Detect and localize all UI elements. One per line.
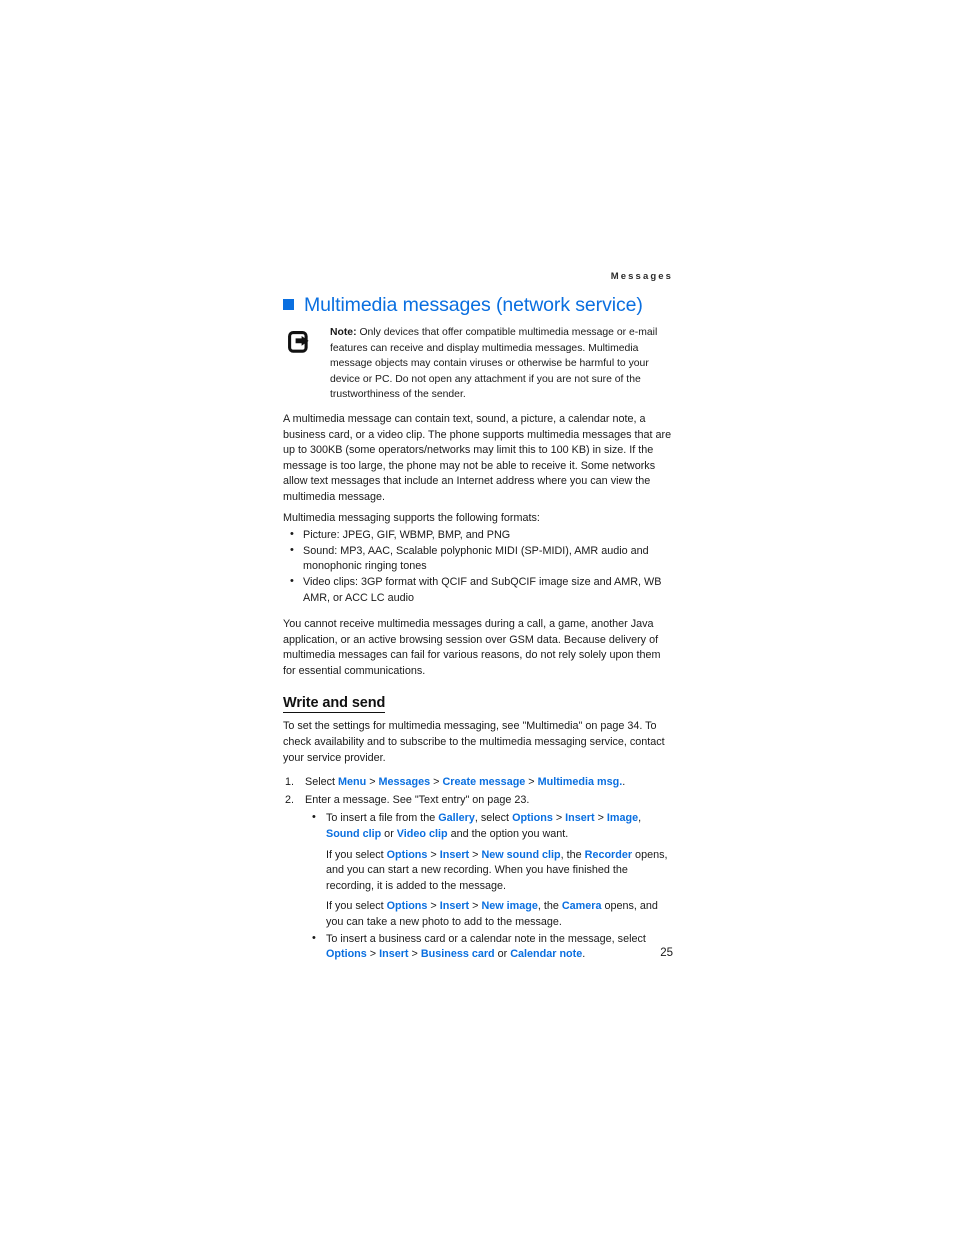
link-insert[interactable]: Insert	[440, 849, 469, 861]
new-image-part1: If you select	[326, 900, 387, 913]
page-number: 25	[660, 947, 673, 959]
link-multimedia-msg[interactable]: Multimedia msg.	[538, 776, 623, 788]
link-options[interactable]: Options	[387, 900, 428, 912]
note-arrow-icon	[288, 325, 318, 353]
separator: >	[469, 848, 482, 861]
separator: >	[366, 776, 379, 789]
sub-bullet-insert-file: To insert a file from the Gallery, selec…	[305, 810, 674, 930]
running-head: Messages	[610, 271, 673, 282]
period: .	[622, 776, 626, 789]
separator: >	[525, 776, 538, 789]
formats-list: Picture: JPEG, GIF, WBMP, BMP, and PNG S…	[283, 527, 674, 606]
link-insert[interactable]: Insert	[440, 900, 469, 912]
page-content: Multimedia messages (network service) No…	[283, 294, 674, 965]
link-messages[interactable]: Messages	[379, 776, 431, 788]
step-2: 2. Enter a message. See "Text entry" on p…	[283, 793, 674, 963]
link-options[interactable]: Options	[387, 849, 428, 861]
link-gallery[interactable]: Gallery	[438, 812, 475, 824]
section-heading-text: Multimedia messages (network service)	[304, 294, 643, 316]
document-page: Messages Multimedia messages (network se…	[0, 0, 954, 1235]
separator: >	[469, 900, 482, 913]
separator: >	[552, 812, 566, 825]
note-block: Note: Only devices that offer compatible…	[283, 325, 674, 403]
link-camera[interactable]: Camera	[562, 900, 602, 912]
separator: >	[430, 776, 443, 789]
step-number: 2.	[285, 793, 295, 806]
sub-paragraph-new-sound-clip: If you select Options > Insert > New sou…	[326, 848, 674, 895]
subsection-heading: Write and send	[283, 695, 386, 714]
step-1: 1. Select Menu > Messages > Create messag…	[283, 775, 674, 791]
separator: >	[427, 900, 440, 913]
link-new-sound-clip[interactable]: New sound clip	[481, 849, 560, 861]
steps-list: 1. Select Menu > Messages > Create messag…	[283, 775, 674, 963]
new-sound-clip-part2: , the	[560, 848, 585, 861]
sub-paragraph-new-image: If you select Options > Insert > New ima…	[326, 899, 674, 930]
insert-file-part2: , select	[474, 812, 513, 825]
subsection-intro-paragraph: To set the settings for multimedia messa…	[283, 720, 665, 764]
list-item: Picture: JPEG, GIF, WBMP, BMP, and PNG	[283, 527, 674, 544]
new-image-part2: , the	[537, 900, 562, 913]
link-sound-clip[interactable]: Sound clip	[326, 828, 381, 840]
formats-lead-paragraph: Multimedia messaging supports the follow…	[283, 511, 540, 524]
link-insert[interactable]: Insert	[565, 812, 594, 824]
insert-file-part1: To insert a file from the	[326, 812, 439, 825]
link-create-message[interactable]: Create message	[442, 776, 525, 788]
step-2-sub-bullets: To insert a file from the Gallery, selec…	[305, 810, 674, 962]
separator: >	[427, 848, 440, 861]
note-body-text: Only devices that offer compatible multi…	[330, 327, 658, 401]
subsection-heading-wrap: Write and send	[283, 681, 674, 719]
step-number: 1.	[285, 776, 295, 789]
cannot-receive-paragraph: You cannot receive multimedia messages d…	[283, 618, 661, 677]
step-2-text: Enter a message. See "Text entry" on pag…	[305, 793, 530, 806]
link-menu[interactable]: Menu	[338, 776, 366, 788]
list-item: Video clips: 3GP format with QCIF and Su…	[283, 574, 674, 606]
square-bullet-icon	[283, 299, 294, 310]
insert-file-part3: or	[381, 828, 397, 841]
comma: ,	[638, 812, 642, 825]
list-item: Sound: MP3, AAC, Scalable polyphonic MID…	[283, 543, 674, 575]
separator: >	[594, 812, 607, 825]
link-video-clip[interactable]: Video clip	[397, 828, 448, 840]
section-heading: Multimedia messages (network service)	[283, 294, 674, 316]
step-1-prefix: Select	[305, 776, 339, 789]
link-options[interactable]: Options	[512, 812, 553, 824]
note-label: Note:	[330, 327, 357, 338]
intro-paragraph: A multimedia message can contain text, s…	[283, 412, 672, 503]
insert-file-part4: and the option you want.	[447, 828, 569, 841]
link-image[interactable]: Image	[607, 812, 638, 824]
link-new-image[interactable]: New image	[481, 900, 537, 912]
note-text: Note: Only devices that offer compatible…	[330, 325, 674, 403]
new-sound-clip-part1: If you select	[326, 848, 387, 861]
link-recorder[interactable]: Recorder	[585, 849, 632, 861]
business-card-part1: To insert a business card or a calendar …	[326, 932, 646, 945]
